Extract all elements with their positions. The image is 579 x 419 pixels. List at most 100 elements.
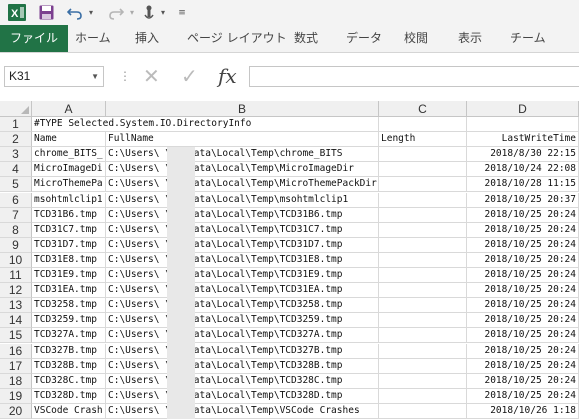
- cell-a[interactable]: TCD31E8.tmp: [32, 253, 106, 268]
- cell-c[interactable]: [379, 238, 467, 253]
- cell-a[interactable]: #TYPE Selected.System.IO.DirectoryInfo: [32, 117, 251, 132]
- cell-c[interactable]: [379, 359, 467, 374]
- cell-c[interactable]: [379, 298, 467, 313]
- row-header[interactable]: 2: [0, 132, 32, 147]
- chevron-down-icon[interactable]: ▼: [91, 67, 99, 86]
- cell-a[interactable]: chrome_BITS_: [32, 147, 106, 162]
- tab-team[interactable]: チーム: [510, 25, 546, 52]
- cell-a[interactable]: VSCode Crash: [32, 404, 106, 419]
- cell-b[interactable]: C:\Users\ \AppData\Local\Temp\TCD3259.tm…: [106, 313, 379, 328]
- cell-b[interactable]: C:\Users\ \AppData\Local\Temp\TCD31D7.tm…: [106, 238, 379, 253]
- name-box[interactable]: K31 ▼: [4, 66, 104, 87]
- cell-d[interactable]: 2018/10/25 20:24: [467, 313, 579, 328]
- cell-b[interactable]: C:\Users\ \AppData\Local\Temp\TCD31E9.tm…: [106, 268, 379, 283]
- row-header[interactable]: 4: [0, 162, 32, 177]
- cell-c[interactable]: [379, 283, 467, 298]
- column-header-c[interactable]: C: [379, 101, 467, 117]
- cell-b[interactable]: C:\Users\ \AppData\Local\Temp\TCD328C.tm…: [106, 374, 379, 389]
- column-header-b[interactable]: B: [106, 101, 379, 117]
- cell-b[interactable]: FullName: [106, 132, 379, 147]
- row-header[interactable]: 5: [0, 177, 32, 192]
- tab-data[interactable]: データ: [346, 25, 382, 52]
- cell-d[interactable]: 2018/10/25 20:24: [467, 389, 579, 404]
- cell-a[interactable]: TCD328C.tmp: [32, 374, 106, 389]
- undo-icon[interactable]: [66, 4, 84, 21]
- cell-a[interactable]: TCD31E9.tmp: [32, 268, 106, 283]
- cell-d[interactable]: 2018/10/25 20:24: [467, 283, 579, 298]
- save-icon[interactable]: [37, 4, 55, 21]
- insert-function-icon[interactable]: fx: [218, 64, 237, 88]
- row-header[interactable]: 6: [0, 193, 32, 208]
- formula-bar-grip-icon[interactable]: ⋮: [119, 66, 131, 87]
- cell-d[interactable]: 2018/10/25 20:24: [467, 298, 579, 313]
- cell-c[interactable]: [379, 389, 467, 404]
- row-header[interactable]: 1: [0, 117, 32, 132]
- cell-d[interactable]: 2018/10/25 20:37: [467, 193, 579, 208]
- cell-d[interactable]: 2018/10/25 20:24: [467, 268, 579, 283]
- cell-d[interactable]: [467, 117, 579, 132]
- cell-b[interactable]: C:\Users\ \AppData\Local\Temp\msohtmlcli…: [106, 193, 379, 208]
- cell-c[interactable]: [379, 313, 467, 328]
- enter-check-icon[interactable]: ✓: [181, 66, 198, 87]
- cell-b[interactable]: C:\Users\ \AppData\Local\Temp\chrome_BIT…: [106, 147, 379, 162]
- cell-d[interactable]: 2018/10/25 20:24: [467, 253, 579, 268]
- row-header[interactable]: 10: [0, 253, 32, 268]
- cell-b[interactable]: C:\Users\ \AppData\Local\Temp\MicroImage…: [106, 162, 379, 177]
- touch-dropdown-icon[interactable]: ▾: [158, 4, 168, 21]
- row-header[interactable]: 16: [0, 344, 32, 359]
- cell-c[interactable]: [379, 223, 467, 238]
- cell-d[interactable]: LastWriteTime: [467, 132, 579, 147]
- tab-file[interactable]: ファイル: [0, 25, 69, 52]
- cell-c[interactable]: [379, 147, 467, 162]
- cell-a[interactable]: TCD327A.tmp: [32, 328, 106, 343]
- cell-d[interactable]: 2018/10/25 20:24: [467, 223, 579, 238]
- row-header[interactable]: 13: [0, 298, 32, 313]
- redo-dropdown-icon[interactable]: ▾: [127, 4, 137, 21]
- cell-b[interactable]: C:\Users\ \AppData\Local\Temp\TCD328D.tm…: [106, 389, 379, 404]
- cell-a[interactable]: MicroImageDi: [32, 162, 106, 177]
- cell-d[interactable]: 2018/8/30 22:15: [467, 147, 579, 162]
- cell-b[interactable]: C:\Users\ \AppData\Local\Temp\TCD31EA.tm…: [106, 283, 379, 298]
- select-all-button[interactable]: [0, 101, 32, 117]
- row-header[interactable]: 14: [0, 313, 32, 328]
- cell-b[interactable]: C:\Users\ \AppData\Local\Temp\TCD327B.tm…: [106, 344, 379, 359]
- cell-c[interactable]: [379, 177, 467, 192]
- cell-c[interactable]: [379, 374, 467, 389]
- cell-b[interactable]: C:\Users\ \AppData\Local\Temp\TCD327A.tm…: [106, 328, 379, 343]
- cancel-icon[interactable]: ✕: [143, 66, 160, 87]
- cell-a[interactable]: TCD327B.tmp: [32, 344, 106, 359]
- cell-a[interactable]: TCD3258.tmp: [32, 298, 106, 313]
- cell-d[interactable]: 2018/10/25 20:24: [467, 208, 579, 223]
- redo-icon[interactable]: [107, 4, 125, 21]
- tab-formulas[interactable]: 数式: [294, 25, 318, 52]
- row-header[interactable]: 7: [0, 208, 32, 223]
- cell-c[interactable]: [379, 344, 467, 359]
- cell-a[interactable]: msohtmlclip1: [32, 193, 106, 208]
- cell-d[interactable]: 2018/10/25 20:24: [467, 238, 579, 253]
- row-header[interactable]: 12: [0, 283, 32, 298]
- cell-c[interactable]: Length: [379, 132, 467, 147]
- cell-a[interactable]: Name: [32, 132, 106, 147]
- cell-a[interactable]: TCD31D7.tmp: [32, 238, 106, 253]
- customize-qat-icon[interactable]: ≡: [176, 4, 188, 21]
- cell-a[interactable]: TCD328B.tmp: [32, 359, 106, 374]
- cell-a[interactable]: TCD31EA.tmp: [32, 283, 106, 298]
- cell-b[interactable]: C:\Users\ \AppData\Local\Temp\TCD3258.tm…: [106, 298, 379, 313]
- cell-d[interactable]: 2018/10/24 22:08: [467, 162, 579, 177]
- column-header-a[interactable]: A: [32, 101, 106, 117]
- row-header[interactable]: 18: [0, 374, 32, 389]
- cell-d[interactable]: 2018/10/25 20:24: [467, 359, 579, 374]
- row-header[interactable]: 20: [0, 404, 32, 419]
- cell-d[interactable]: 2018/10/25 20:24: [467, 374, 579, 389]
- cell-c[interactable]: [379, 162, 467, 177]
- tab-view[interactable]: 表示: [458, 25, 482, 52]
- cell-b[interactable]: C:\Users\ \AppData\Local\Temp\VSCode Cra…: [106, 404, 379, 419]
- cell-d[interactable]: 2018/10/28 11:15: [467, 177, 579, 192]
- cell-b[interactable]: C:\Users\ \AppData\Local\Temp\TCD31E8.tm…: [106, 253, 379, 268]
- cell-d[interactable]: 2018/10/26 1:18: [467, 404, 579, 419]
- cell-c[interactable]: [379, 268, 467, 283]
- tab-home[interactable]: ホーム: [75, 25, 111, 52]
- cell-a[interactable]: TCD31C7.tmp: [32, 223, 106, 238]
- cell-b[interactable]: C:\Users\ \AppData\Local\Temp\TCD328B.tm…: [106, 359, 379, 374]
- tab-page-layout[interactable]: ページ レイアウト: [187, 25, 287, 52]
